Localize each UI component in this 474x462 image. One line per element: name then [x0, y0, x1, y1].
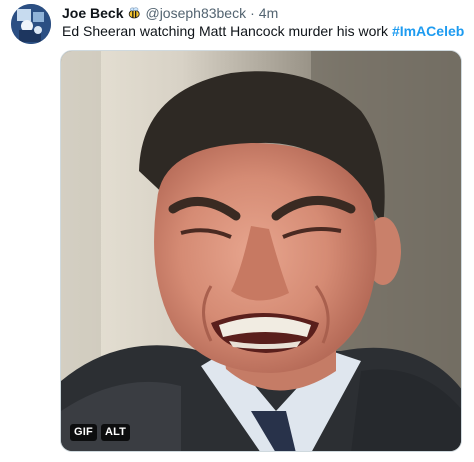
tweet-text: Ed Sheeran watching Matt Hancock murder … [62, 22, 464, 40]
gif-frame [61, 51, 461, 451]
gif-media[interactable]: GIF ALT [60, 50, 462, 452]
gif-badge: GIF [70, 424, 97, 441]
hashtag-link[interactable]: #ImACeleb [392, 23, 464, 39]
media-badges: GIF ALT [70, 424, 131, 441]
tweet-timestamp[interactable]: 4m [259, 4, 278, 22]
tweet-header: Joe Beck @joseph83beck · 4m [62, 4, 278, 22]
avatar-image [11, 4, 51, 44]
header-separator: · [250, 5, 255, 21]
alt-badge[interactable]: ALT [100, 424, 131, 441]
author-handle[interactable]: @joseph83beck [145, 4, 246, 22]
avatar[interactable] [11, 4, 51, 44]
author-display-name[interactable]: Joe Beck [62, 4, 123, 22]
tweet[interactable]: Joe Beck @joseph83beck · 4m Ed Sheeran w… [0, 0, 474, 462]
tweet-text-body: Ed Sheeran watching Matt Hancock murder … [62, 23, 392, 39]
bee-emoji-icon [127, 6, 141, 20]
